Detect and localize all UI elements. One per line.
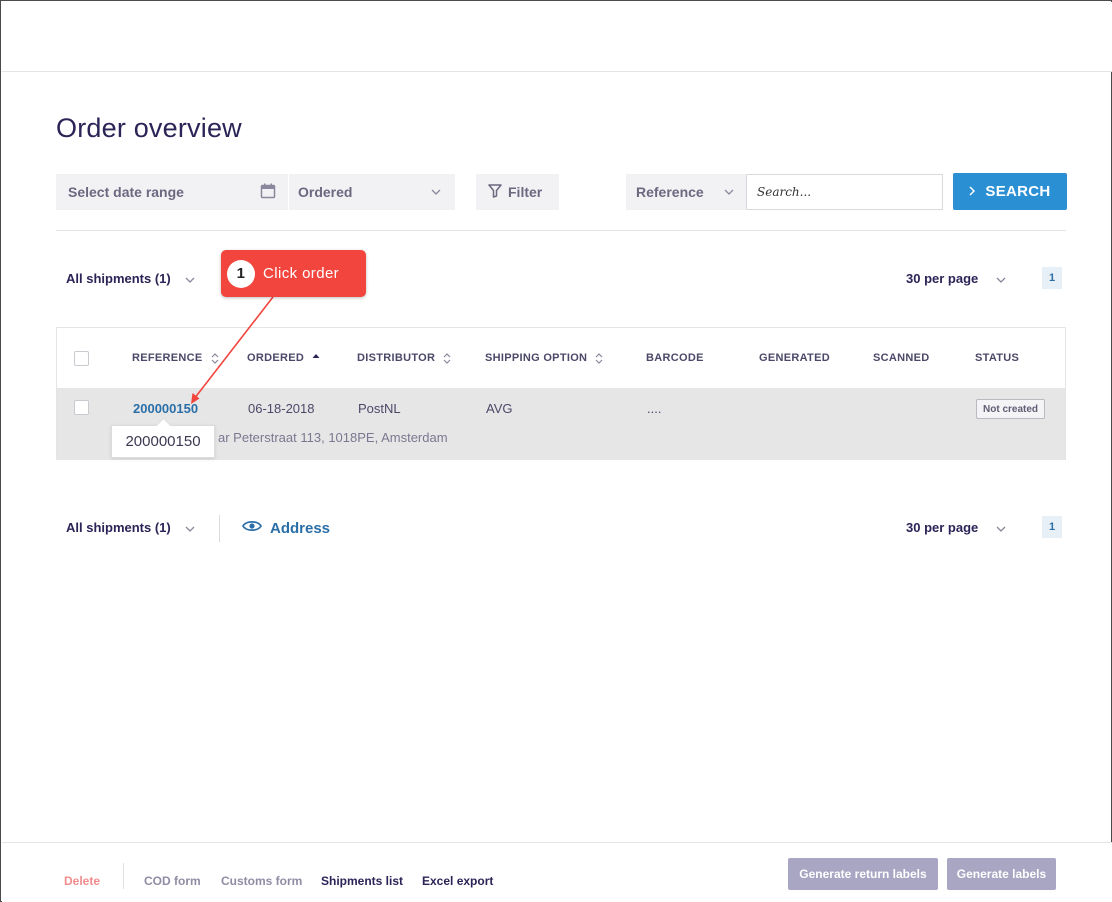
search-input[interactable] xyxy=(746,174,943,210)
search-button-label: SEARCH xyxy=(985,183,1051,200)
status-badge: Not created xyxy=(976,399,1046,419)
column-header-shipping-option[interactable]: SHIPPING OPTION xyxy=(485,352,603,364)
chevron-down-icon xyxy=(185,520,195,535)
search-field-value: Reference xyxy=(636,184,704,200)
column-header-scanned: SCANNED xyxy=(873,352,930,364)
sort-ascending-icon xyxy=(312,353,320,364)
shipments-label: All shipments (1) xyxy=(66,270,171,286)
address-toggle-label: Address xyxy=(270,519,331,537)
shipments-label: All shipments (1) xyxy=(66,519,171,535)
step-text: Click order xyxy=(263,265,340,282)
eye-icon xyxy=(242,519,262,537)
sort-icon xyxy=(443,352,451,364)
calendar-icon xyxy=(260,183,276,202)
row-address: ar Peterstraat 113, 1018PE, Amsterdam xyxy=(218,430,448,445)
per-page-select-bottom[interactable]: 30 per page xyxy=(906,517,1006,537)
per-page-label: 30 per page xyxy=(906,519,979,535)
filter-label: Filter xyxy=(508,184,543,200)
divider xyxy=(123,863,124,889)
shipments-select-top[interactable]: All shipments (1) xyxy=(66,268,195,288)
per-page-label: 30 per page xyxy=(906,270,979,286)
action-footer: Delete COD form Customs form Shipments l… xyxy=(2,842,1112,902)
sort-icon xyxy=(595,352,603,364)
column-header-reference[interactable]: REFERENCE xyxy=(132,352,219,364)
page-number-top[interactable]: 1 xyxy=(1042,267,1062,289)
shipments-select-bottom[interactable]: All shipments (1) xyxy=(66,517,195,537)
date-type-value: Ordered xyxy=(298,184,353,200)
chevron-down-icon xyxy=(431,187,441,198)
column-header-ordered[interactable]: ORDERED xyxy=(247,352,320,364)
date-range-picker[interactable]: Select date range xyxy=(56,174,288,210)
search-button[interactable]: SEARCH xyxy=(953,173,1067,210)
page-title: Order overview xyxy=(56,113,242,143)
filter-icon xyxy=(488,183,502,201)
chevron-down-icon xyxy=(185,271,195,286)
order-reference-link[interactable]: 200000150 xyxy=(133,401,198,416)
generate-return-labels-button[interactable]: Generate return labels xyxy=(788,858,938,890)
date-range-label: Select date range xyxy=(68,184,184,200)
app-window: Order overview Select date range Ordered… xyxy=(0,0,1112,902)
ordered-date: 06-18-2018 xyxy=(248,401,315,416)
customs-form-button[interactable]: Customs form xyxy=(221,874,302,888)
excel-export-button[interactable]: Excel export xyxy=(422,874,493,888)
distributor: PostNL xyxy=(358,401,401,416)
step-callout: 1 Click order xyxy=(221,250,366,297)
table-header: REFERENCE ORDERED DISTRIBUTOR SHIPPING O… xyxy=(57,328,1065,388)
chevron-down-icon xyxy=(996,271,1006,286)
divider xyxy=(219,515,220,542)
column-header-barcode: BARCODE xyxy=(646,352,704,364)
chevron-right-icon xyxy=(969,183,976,200)
divider xyxy=(56,230,1066,231)
filter-button[interactable]: Filter xyxy=(476,174,559,210)
cod-form-button[interactable]: COD form xyxy=(144,874,201,888)
row-checkbox[interactable] xyxy=(74,400,89,415)
reference-tooltip: 200000150 xyxy=(111,425,215,458)
shipments-list-button[interactable]: Shipments list xyxy=(321,874,403,888)
delete-button[interactable]: Delete xyxy=(64,874,100,888)
search-field-select[interactable]: Reference xyxy=(626,174,746,210)
address-toggle[interactable]: Address xyxy=(242,519,330,537)
date-type-select[interactable]: Ordered xyxy=(289,174,455,210)
step-number: 1 xyxy=(227,259,255,288)
barcode: .... xyxy=(647,401,662,416)
column-header-distributor[interactable]: DISTRIBUTOR xyxy=(357,352,451,364)
chevron-down-icon xyxy=(996,520,1006,535)
sort-icon xyxy=(211,352,219,364)
shipping-option: AVG xyxy=(486,401,513,416)
select-all-checkbox[interactable] xyxy=(74,351,89,366)
page-number-bottom[interactable]: 1 xyxy=(1042,516,1062,538)
column-header-generated: GENERATED xyxy=(759,352,830,364)
generate-labels-button[interactable]: Generate labels xyxy=(947,858,1056,890)
column-header-status: STATUS xyxy=(975,352,1020,364)
chevron-down-icon xyxy=(724,187,734,198)
top-bar xyxy=(2,2,1112,72)
per-page-select-top[interactable]: 30 per page xyxy=(906,268,1006,288)
